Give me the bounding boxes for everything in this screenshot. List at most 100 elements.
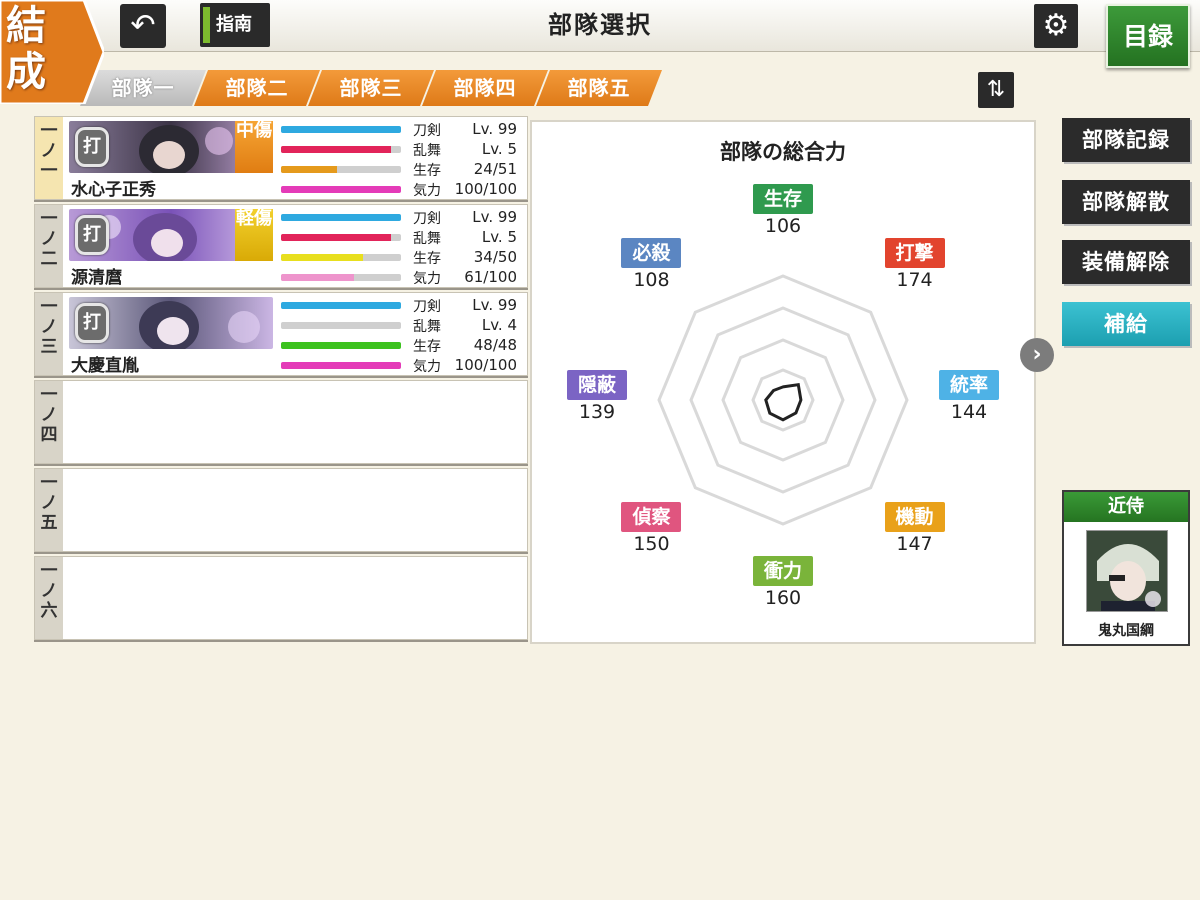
stat-bar <box>281 146 401 153</box>
tab-unit-4[interactable]: 部隊四 <box>422 70 548 106</box>
back-button[interactable]: ↶ <box>120 4 166 48</box>
sword-type-badge: 打 <box>75 303 109 343</box>
tab-label: 部隊三 <box>339 76 403 100</box>
guide-button[interactable]: 指南 <box>200 3 270 47</box>
catalog-button[interactable]: 目録 <box>1106 4 1190 68</box>
member-name: 源清麿 <box>71 268 122 288</box>
stat-bar-fill <box>281 186 401 193</box>
unit-power-panel: 部隊の総合力 生存 106 打撃 174 統率 144 機動 147 衝力 160 偵察 150 隠蔽 1… <box>530 120 1036 644</box>
tab-label: 部隊一 <box>111 76 175 100</box>
swap-button[interactable]: ⇅ <box>978 72 1014 108</box>
tab-unit-3[interactable]: 部隊三 <box>308 70 434 106</box>
radar-stat-label: 打撃 <box>884 238 945 269</box>
radar-stat-value: 139 <box>578 401 616 423</box>
stat-bar <box>281 234 401 241</box>
stat-value: 24/51 <box>473 160 517 178</box>
slot-number: 一ノ五 <box>35 469 63 551</box>
radar-value-shape <box>764 383 803 422</box>
tab-label: 部隊四 <box>453 76 517 100</box>
stat-bar-fill <box>281 166 338 173</box>
stat-label: 生存 <box>413 339 441 355</box>
stat-bar <box>281 362 401 369</box>
slot-number: 一ノ三 <box>35 293 63 375</box>
stat-bar-fill <box>281 146 392 153</box>
radar-stat-label: 偵察 <box>621 501 682 532</box>
stat-label: 気力 <box>413 271 441 287</box>
radar-grid-ring <box>721 338 845 462</box>
member-slot-3[interactable]: 一ノ三 打 大慶直胤 刀剣 Lv. 99 乱舞 Lv. 4 生存 48/48 気… <box>34 292 528 376</box>
settings-button[interactable]: ⚙ <box>1034 4 1078 48</box>
badge-text-top: 結 <box>6 2 46 49</box>
guide-label: 指南 <box>216 14 252 35</box>
stat-label: 乱舞 <box>413 319 441 335</box>
stat-value: Lv. 4 <box>481 316 517 334</box>
unequip-button[interactable]: 装備解除 <box>1062 240 1190 284</box>
stat-row: 生存 24/51 <box>281 159 525 179</box>
radar-stat-label: 隠蔽 <box>567 370 627 400</box>
stat-row: 生存 34/50 <box>281 247 525 267</box>
supply-button[interactable]: 補給 <box>1062 302 1190 346</box>
member-slot-6[interactable]: 一ノ六 <box>34 556 528 640</box>
damage-status-badge: 軽傷 <box>235 209 273 261</box>
member-slot-5[interactable]: 一ノ五 <box>34 468 528 552</box>
stat-label: 生存 <box>413 163 441 179</box>
stat-value: Lv. 99 <box>472 296 517 314</box>
stat-bar <box>281 166 401 173</box>
screen-badge: 結 成 <box>0 0 104 104</box>
stat-bar-fill <box>281 214 401 221</box>
stat-label: 刀剣 <box>413 123 441 139</box>
gear-icon: ⚙ <box>1042 8 1070 43</box>
attendant-portrait <box>1086 530 1168 612</box>
damage-status-badge: 中傷 <box>235 121 273 173</box>
stat-label: 乱舞 <box>413 143 441 159</box>
stat-bar-fill <box>281 362 401 369</box>
disband-unit-button[interactable]: 部隊解散 <box>1062 180 1190 224</box>
stat-value: Lv. 5 <box>481 140 517 158</box>
stat-bar-fill <box>281 302 401 309</box>
member-stats: 刀剣 Lv. 99 乱舞 Lv. 5 生存 24/51 気力 100/100 <box>281 119 525 199</box>
stat-bar <box>281 126 401 133</box>
stat-row: 気力 61/100 <box>281 267 525 287</box>
sword-type-badge: 打 <box>75 127 109 167</box>
unit-record-button[interactable]: 部隊記録 <box>1062 118 1190 162</box>
attendant-card[interactable]: 近侍 鬼丸国綱 <box>1062 490 1190 646</box>
stat-bar-fill <box>281 274 355 281</box>
stat-bar-fill <box>281 234 392 241</box>
stat-label: 気力 <box>413 359 441 375</box>
radar-stat-value: 144 <box>950 401 988 423</box>
stat-bar-fill <box>281 126 401 133</box>
radar-stat-value: 106 <box>764 215 802 237</box>
radar-stat-label: 衝力 <box>753 556 813 586</box>
stat-value: 48/48 <box>473 336 517 354</box>
tab-label: 部隊二 <box>225 76 289 100</box>
radar-stat-value: 150 <box>633 532 670 555</box>
undo-arrow-icon: ↶ <box>130 8 156 43</box>
radar-stat-label: 機動 <box>884 501 945 532</box>
sword-type-badge: 打 <box>75 215 109 255</box>
stat-label: 乱舞 <box>413 231 441 247</box>
swap-arrows-icon: ⇅ <box>986 77 1006 102</box>
tab-unit-5[interactable]: 部隊五 <box>536 70 662 106</box>
member-slot-2[interactable]: 一ノ二 打 軽傷 源清麿 刀剣 Lv. 99 乱舞 Lv. 5 生存 34/50… <box>34 204 528 288</box>
tab-unit-2[interactable]: 部隊二 <box>194 70 320 106</box>
member-slot-1[interactable]: 一ノ一 打 中傷 水心子正秀 刀剣 Lv. 99 乱舞 Lv. 5 生存 24/… <box>34 116 528 200</box>
stat-label: 生存 <box>413 251 441 267</box>
stat-bar <box>281 186 401 193</box>
stat-row: 気力 100/100 <box>281 179 525 199</box>
chevron-right-icon: › <box>1032 342 1042 367</box>
stat-label: 刀剣 <box>413 299 441 315</box>
slot-number: 一ノ一 <box>35 117 63 199</box>
stat-bar <box>281 322 401 329</box>
next-button[interactable]: › <box>1020 338 1054 372</box>
radar-stat-value: 160 <box>764 587 802 609</box>
stat-row: 乱舞 Lv. 5 <box>281 227 525 247</box>
radar-grid-ring <box>689 306 877 494</box>
member-slot-4[interactable]: 一ノ四 <box>34 380 528 464</box>
slot-number: 一ノ四 <box>35 381 63 463</box>
stat-value: 61/100 <box>464 268 517 286</box>
slot-number: 一ノ六 <box>35 557 63 639</box>
member-stats: 刀剣 Lv. 99 乱舞 Lv. 5 生存 34/50 気力 61/100 <box>281 207 525 287</box>
radar-stat-value: 174 <box>896 269 933 292</box>
page-title: 部隊選択 <box>548 11 652 39</box>
stat-bar-fill <box>281 254 363 261</box>
